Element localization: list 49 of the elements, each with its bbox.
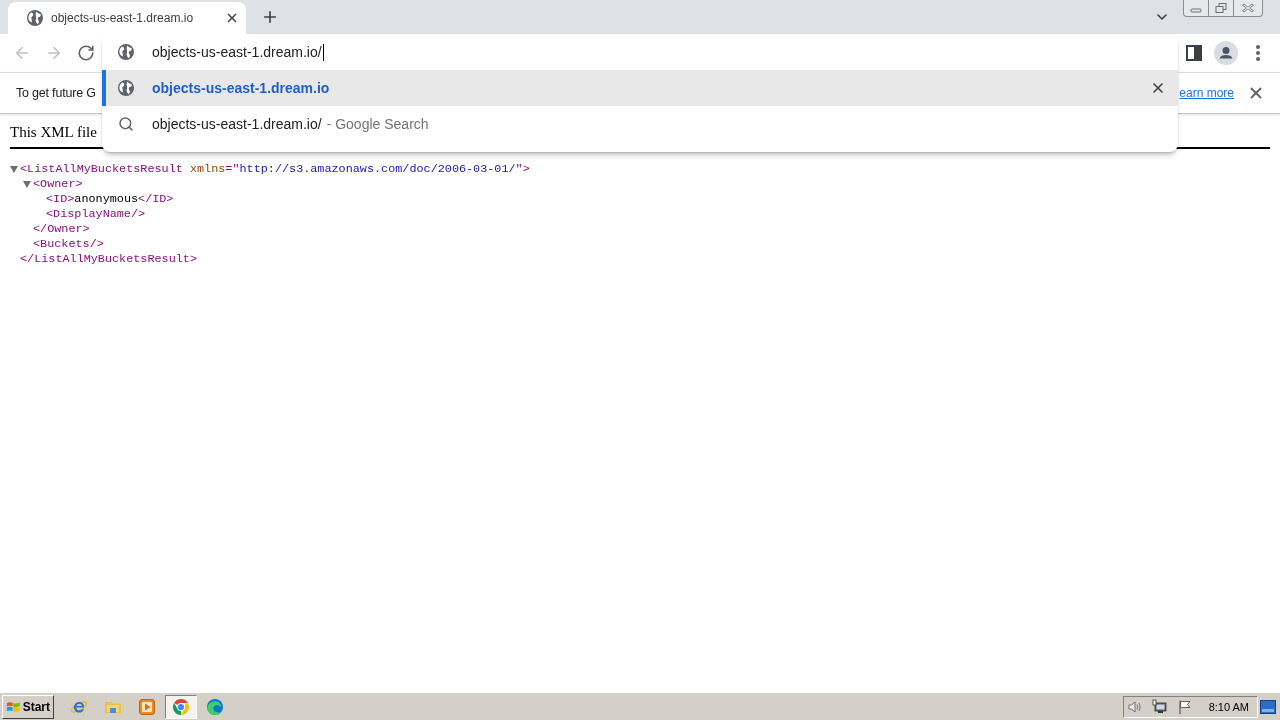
xml-notice-text: This XML file bbox=[10, 124, 97, 140]
play-icon[interactable] bbox=[138, 697, 156, 716]
expand-triangle-icon[interactable] bbox=[10, 166, 18, 173]
restore-icon bbox=[1214, 3, 1228, 13]
minimize-button[interactable] bbox=[1183, 0, 1209, 17]
xml-tag-line: </Owner> bbox=[33, 222, 90, 237]
plus-icon bbox=[261, 8, 279, 26]
menu-icon bbox=[1256, 45, 1260, 61]
flag-icon[interactable] bbox=[1176, 698, 1193, 715]
xml-tag-line: <Owner> bbox=[33, 177, 83, 192]
xml-tag-line: </ListAllMyBucketsResult> bbox=[20, 252, 197, 267]
browser-icon[interactable] bbox=[172, 697, 190, 716]
xml-tag-line: <Buckets/> bbox=[33, 237, 104, 252]
avatar-icon bbox=[1214, 41, 1238, 65]
address-field[interactable]: objects-us-east-1.dream.io/ bbox=[152, 43, 324, 61]
speaker-icon[interactable] bbox=[1126, 698, 1143, 715]
globe-icon bbox=[118, 44, 134, 60]
xml-tag-line: <ID>anonymous</ID> bbox=[46, 192, 174, 207]
taskbar-button[interactable] bbox=[165, 694, 197, 719]
reload-icon bbox=[77, 44, 95, 62]
show-desktop-icon[interactable] bbox=[1260, 699, 1276, 714]
suggestion-text: objects-us-east-1.dream.io bbox=[152, 80, 330, 96]
browser-tab[interactable]: objects-us-east-1.dream.io bbox=[8, 2, 246, 34]
suggestion-text: objects-us-east-1.dream.io/ bbox=[152, 116, 322, 132]
close-icon bbox=[1241, 3, 1255, 13]
network-icon[interactable] bbox=[1151, 698, 1168, 715]
xml-tag-line: <ListAllMyBucketsResult xmlns="http://s3.amazonaws.com/doc/2006-03-01/"> bbox=[20, 162, 530, 177]
learn-more-link[interactable]: earn more bbox=[1179, 86, 1234, 100]
suggestion-row[interactable]: objects-us-east-1.dream.io bbox=[102, 70, 1178, 106]
expand-triangle-icon[interactable] bbox=[23, 181, 31, 188]
swirl-icon[interactable] bbox=[206, 697, 224, 716]
close-icon bbox=[1150, 80, 1166, 96]
suggestion-row[interactable]: objects-us-east-1.dream.io/ - Google Search bbox=[102, 106, 1178, 142]
infobar-message: To get future G bbox=[16, 86, 96, 100]
globe-icon bbox=[118, 80, 134, 96]
arrow-right-icon bbox=[45, 44, 63, 62]
close-icon bbox=[225, 11, 239, 25]
remove-suggestion-button[interactable] bbox=[1150, 80, 1166, 96]
search-icon bbox=[118, 116, 134, 132]
tab-title: objects-us-east-1.dream.io bbox=[51, 11, 195, 25]
start-button[interactable]: Start bbox=[2, 694, 54, 719]
suggestion-description: - Google Search bbox=[326, 116, 429, 132]
close-button[interactable] bbox=[1233, 0, 1263, 17]
side-panel-icon bbox=[1186, 45, 1202, 61]
profile-button[interactable] bbox=[1212, 39, 1240, 67]
clock-text: 8:10 AM bbox=[1208, 700, 1249, 713]
globe-icon bbox=[27, 10, 43, 26]
restore-button[interactable] bbox=[1208, 0, 1234, 17]
xml-tag-line: <DisplayName/> bbox=[46, 207, 146, 222]
